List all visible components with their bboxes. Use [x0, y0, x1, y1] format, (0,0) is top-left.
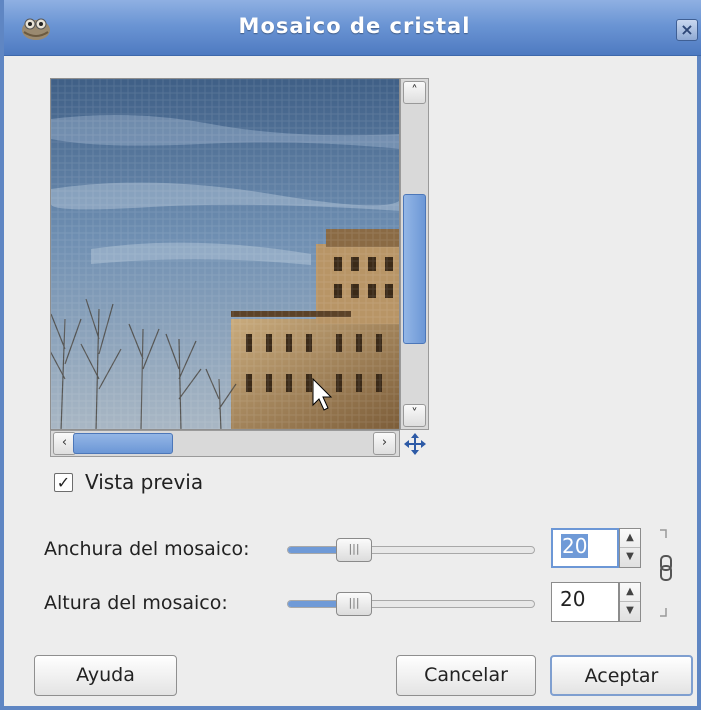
- tile-width-increment-icon[interactable]: ▲: [620, 529, 640, 548]
- vertical-scrollbar[interactable]: ˄ ˅: [400, 78, 429, 430]
- scroll-up-icon[interactable]: ˄: [403, 81, 426, 104]
- tile-width-spinner[interactable]: ▲ ▼: [619, 528, 641, 568]
- tile-width-label: Anchura del mosaico:: [44, 538, 250, 560]
- ok-button[interactable]: Aceptar: [550, 655, 693, 696]
- horizontal-scroll-thumb[interactable]: [73, 433, 173, 454]
- tile-width-slider[interactable]: |||: [287, 538, 535, 562]
- tile-height-slider-handle[interactable]: |||: [336, 592, 372, 616]
- close-icon[interactable]: ×: [676, 19, 698, 41]
- cancel-button[interactable]: Cancelar: [396, 655, 536, 696]
- tile-height-increment-icon[interactable]: ▲: [620, 583, 640, 602]
- tile-height-input[interactable]: 20: [551, 582, 619, 622]
- scroll-right-icon[interactable]: ›: [373, 432, 396, 455]
- tile-height-decrement-icon[interactable]: ▼: [620, 602, 640, 621]
- tile-height-label: Altura del mosaico:: [44, 592, 228, 614]
- move-arrows-icon[interactable]: [403, 432, 427, 456]
- tile-height-slider[interactable]: |||: [287, 592, 535, 616]
- horizontal-scrollbar[interactable]: ‹ ›: [50, 430, 400, 457]
- vertical-scroll-thumb[interactable]: [403, 194, 426, 344]
- preview-image[interactable]: [50, 78, 400, 430]
- preview-toggle[interactable]: ✓ Vista previa: [54, 470, 203, 494]
- tile-height-spinner[interactable]: ▲ ▼: [619, 582, 641, 622]
- help-button[interactable]: Ayuda: [34, 655, 177, 696]
- chain-link-icon[interactable]: [656, 528, 676, 618]
- preview-checkbox[interactable]: ✓: [54, 472, 73, 492]
- tile-width-slider-handle[interactable]: |||: [336, 538, 372, 562]
- title-bar[interactable]: Mosaico de cristal ×: [4, 0, 701, 56]
- tile-width-decrement-icon[interactable]: ▼: [620, 548, 640, 567]
- preview-label: Vista previa: [85, 470, 204, 494]
- tile-width-input[interactable]: 20: [551, 528, 619, 568]
- window-title: Mosaico de cristal: [238, 14, 471, 38]
- dialog-window: Mosaico de cristal × ˄ ˅ ‹ › ✓ Vista pre…: [0, 0, 701, 710]
- scroll-down-icon[interactable]: ˅: [403, 404, 426, 427]
